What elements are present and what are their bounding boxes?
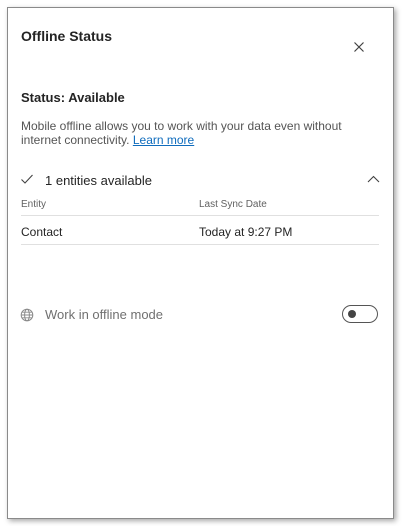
- learn-more-link[interactable]: Learn more: [133, 133, 194, 147]
- offline-mode-row: Work in offline mode: [20, 304, 380, 326]
- table-row: Contact Today at 9:27 PM: [21, 216, 379, 245]
- column-header-entity: Entity: [21, 199, 47, 210]
- status-heading: Status: Available: [21, 90, 125, 105]
- globe-icon: [20, 308, 34, 322]
- table-header: Entity Last Sync Date: [21, 194, 379, 216]
- toggle-knob: [348, 309, 356, 318]
- entities-table: Entity Last Sync Date Contact Today at 9…: [21, 194, 379, 245]
- column-header-last-sync-date: Last Sync Date: [199, 199, 267, 210]
- dialog-panel: Offline Status Status: Available Mobile …: [8, 8, 393, 518]
- status-description: Mobile offline allows you to work with y…: [21, 119, 361, 147]
- offline-mode-toggle[interactable]: [342, 305, 378, 323]
- offline-status-dialog: Offline Status Status: Available Mobile …: [7, 7, 394, 519]
- checkmark-icon: [21, 174, 33, 184]
- offline-mode-label: Work in offline mode: [45, 307, 164, 322]
- entity-cell: Contact: [21, 225, 63, 239]
- close-button[interactable]: [350, 38, 368, 56]
- dialog-title: Offline Status: [21, 28, 113, 44]
- last-sync-cell: Today at 9:27 PM: [199, 225, 293, 239]
- chevron-up-icon: [367, 175, 380, 183]
- close-icon: [354, 42, 364, 52]
- entities-summary-label: 1 entities available: [45, 173, 152, 188]
- entities-summary-toggle[interactable]: 1 entities available: [20, 168, 380, 192]
